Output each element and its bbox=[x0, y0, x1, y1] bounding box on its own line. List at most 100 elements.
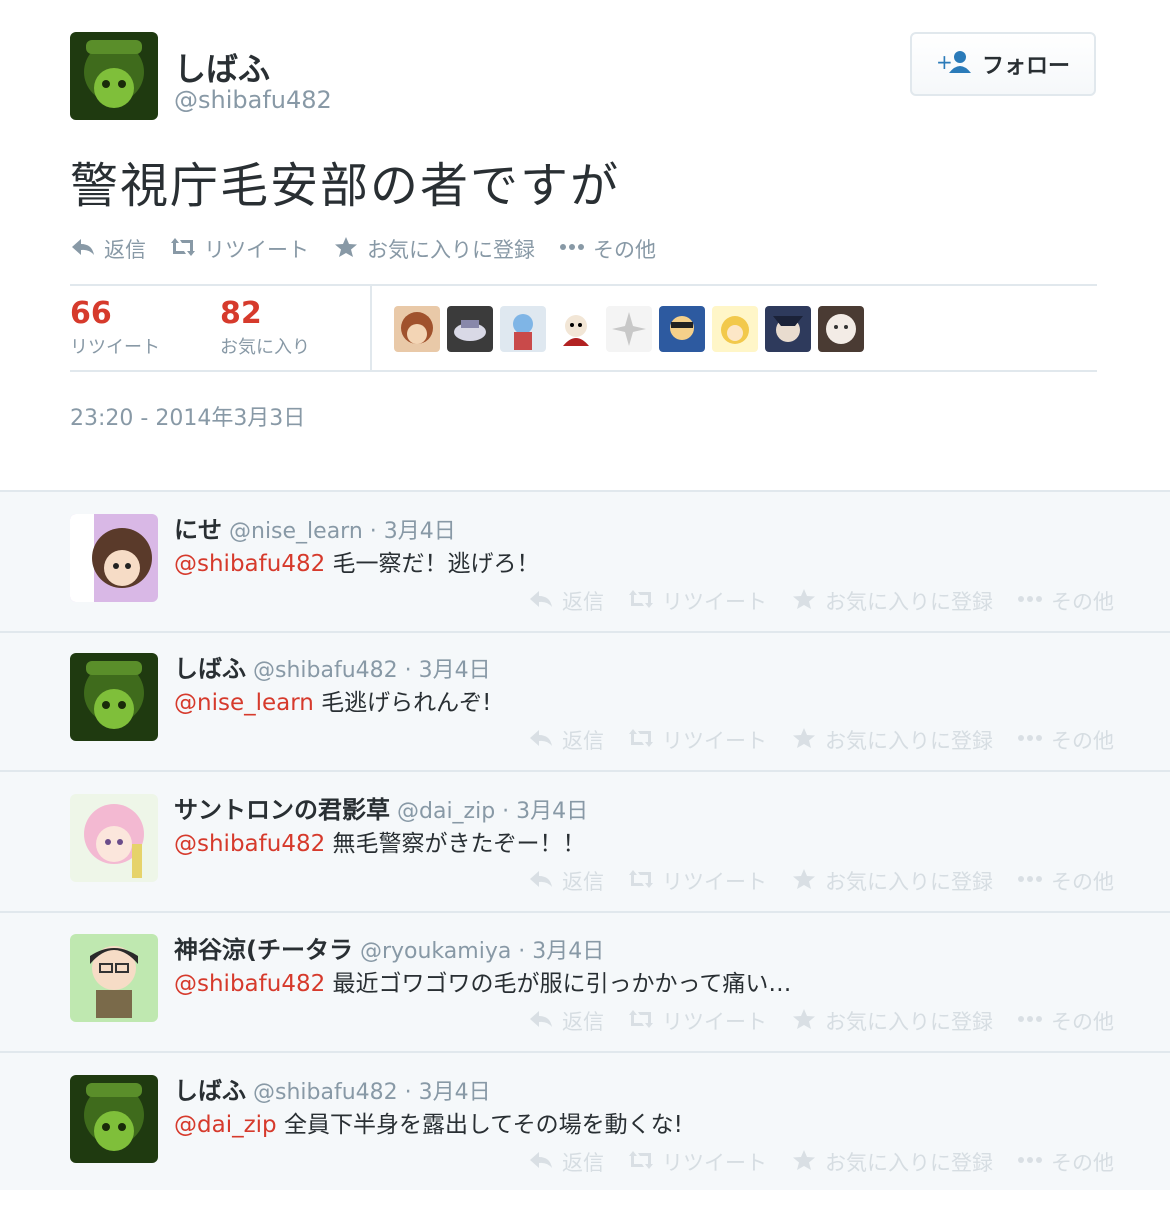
reply-tweet[interactable]: にせ @nise_learn · 3月4日 @shibafu482 毛一察だ！逃… bbox=[0, 492, 1170, 633]
svg-text:+: + bbox=[936, 50, 953, 74]
favorite-label: お気に入りに登録 bbox=[367, 238, 535, 262]
more-button[interactable]: その他 bbox=[1017, 866, 1114, 896]
retweet-button[interactable]: リツイート bbox=[628, 866, 767, 896]
reply-arrow-icon bbox=[528, 1149, 554, 1176]
reply-content: 毛逃げられんぞ! bbox=[313, 690, 492, 716]
reply-mention[interactable]: @nise_learn bbox=[174, 690, 314, 716]
reply-meta[interactable]: @shibafu482 · 3月4日 bbox=[253, 1080, 491, 1105]
more-label: その他 bbox=[1051, 870, 1114, 894]
favoriter-avatar[interactable] bbox=[765, 306, 811, 352]
reply-author-name[interactable]: しばふ bbox=[174, 655, 246, 683]
reply-mention[interactable]: @dai_zip bbox=[174, 1112, 277, 1138]
reply-button[interactable]: 返信 bbox=[528, 1147, 604, 1177]
reply-mention[interactable]: @shibafu482 bbox=[174, 551, 325, 577]
retweet-button[interactable]: リツイート bbox=[628, 1006, 767, 1036]
favoriter-avatar[interactable] bbox=[712, 306, 758, 352]
more-button[interactable]: その他 bbox=[1017, 725, 1114, 755]
retweet-icon bbox=[628, 1008, 654, 1035]
reply-button[interactable]: 返信 bbox=[528, 586, 604, 616]
reply-header: しばふ @shibafu482 · 3月4日 bbox=[174, 1071, 491, 1106]
tweet-timestamp[interactable]: 23:20 - 2014年3月3日 bbox=[70, 400, 305, 432]
reply-header: にせ @nise_learn · 3月4日 bbox=[174, 510, 456, 545]
retweet-button[interactable]: リツイート bbox=[628, 1147, 767, 1177]
favoriter-avatar[interactable] bbox=[500, 306, 546, 352]
retweet-label: リツイート bbox=[662, 729, 767, 753]
reply-button[interactable]: 返信 bbox=[70, 234, 146, 264]
favorite-button[interactable]: お気に入りに登録 bbox=[791, 725, 993, 755]
reply-actions: 返信 リツイート お気に入りに登録 その他 bbox=[528, 586, 1114, 616]
favoriter-avatar[interactable] bbox=[447, 306, 493, 352]
ellipsis-icon bbox=[1017, 588, 1043, 615]
reply-tweet[interactable]: サントロンの君影草 @dai_zip · 3月4日 @shibafu482 無毛… bbox=[0, 772, 1170, 913]
favorite-button[interactable]: お気に入りに登録 bbox=[791, 586, 993, 616]
reply-author-name[interactable]: しばふ bbox=[174, 1077, 246, 1105]
favoriter-avatar[interactable] bbox=[818, 306, 864, 352]
reply-button[interactable]: 返信 bbox=[528, 725, 604, 755]
more-button[interactable]: その他 bbox=[1017, 586, 1114, 616]
ellipsis-icon bbox=[1017, 868, 1043, 895]
more-label: その他 bbox=[593, 238, 656, 262]
reply-avatar[interactable] bbox=[70, 1075, 158, 1163]
more-button[interactable]: その他 bbox=[1017, 1006, 1114, 1036]
retweet-count-label: リツイート bbox=[70, 337, 160, 358]
retweet-button[interactable]: リツイート bbox=[170, 234, 309, 264]
favorite-button[interactable]: お気に入りに登録 bbox=[791, 1006, 993, 1036]
reply-meta[interactable]: @dai_zip · 3月4日 bbox=[397, 799, 588, 824]
reply-tweet[interactable]: しばふ @shibafu482 · 3月4日 @nise_learn 毛逃げられ… bbox=[0, 631, 1170, 772]
reply-label: 返信 bbox=[562, 590, 604, 614]
favorite-button[interactable]: お気に入りに登録 bbox=[791, 1147, 993, 1177]
retweet-stat[interactable]: 66 リツイート bbox=[70, 296, 160, 359]
reply-avatar[interactable] bbox=[70, 653, 158, 741]
follow-button[interactable]: + フォロー bbox=[910, 32, 1096, 96]
reply-tweet[interactable]: 神谷涼(チータラ @ryoukamiya · 3月4日 @shibafu482 … bbox=[0, 912, 1170, 1053]
reply-mention[interactable]: @shibafu482 bbox=[174, 831, 325, 857]
star-icon bbox=[791, 1008, 817, 1035]
favoriter-avatar[interactable] bbox=[606, 306, 652, 352]
author-handle[interactable]: @shibafu482 bbox=[174, 86, 332, 114]
more-label: その他 bbox=[1051, 1010, 1114, 1034]
retweet-count: 66 bbox=[70, 296, 112, 331]
more-button[interactable]: その他 bbox=[559, 234, 656, 264]
reply-text: @shibafu482 無毛警察がきたぞー！！ bbox=[174, 824, 586, 858]
reply-arrow-icon bbox=[528, 868, 554, 895]
author-avatar[interactable] bbox=[70, 32, 158, 120]
reply-text: @shibafu482 毛一察だ！逃げろ！ bbox=[174, 544, 540, 578]
reply-mention[interactable]: @shibafu482 bbox=[174, 971, 325, 997]
more-label: その他 bbox=[1051, 1151, 1114, 1175]
reply-button[interactable]: 返信 bbox=[528, 866, 604, 896]
author-name[interactable]: しばふ bbox=[174, 44, 270, 90]
retweet-button[interactable]: リツイート bbox=[628, 586, 767, 616]
favoriter-avatar[interactable] bbox=[659, 306, 705, 352]
favorite-button[interactable]: お気に入りに登録 bbox=[333, 234, 535, 264]
reply-label: 返信 bbox=[562, 870, 604, 894]
reply-arrow-icon bbox=[70, 236, 96, 263]
reply-meta[interactable]: @ryoukamiya · 3月4日 bbox=[360, 939, 604, 964]
more-button[interactable]: その他 bbox=[1017, 1147, 1114, 1177]
add-user-icon: + bbox=[936, 49, 972, 79]
reply-author-name[interactable]: サントロンの君影草 bbox=[174, 796, 390, 824]
reply-author-name[interactable]: 神谷涼(チータラ bbox=[174, 936, 353, 964]
reply-tweet[interactable]: しばふ @shibafu482 · 3月4日 @dai_zip 全員下半身を露出… bbox=[0, 1053, 1170, 1194]
tweet-actions: 返信 リツイート お気に入りに登録 その他 bbox=[70, 234, 656, 264]
favorite-stat[interactable]: 82 お気に入り bbox=[220, 296, 310, 359]
retweet-button[interactable]: リツイート bbox=[628, 725, 767, 755]
reply-avatar[interactable] bbox=[70, 794, 158, 882]
favoriter-avatar[interactable] bbox=[553, 306, 599, 352]
reply-content: 毛一察だ！逃げろ！ bbox=[325, 551, 540, 577]
favorite-button[interactable]: お気に入りに登録 bbox=[791, 866, 993, 896]
reply-header: サントロンの君影草 @dai_zip · 3月4日 bbox=[174, 790, 588, 825]
retweet-icon bbox=[628, 868, 654, 895]
favorite-label: お気に入りに登録 bbox=[825, 870, 993, 894]
favorite-label: お気に入りに登録 bbox=[825, 1010, 993, 1034]
reply-avatar[interactable] bbox=[70, 934, 158, 1022]
reply-button[interactable]: 返信 bbox=[528, 1006, 604, 1036]
favorite-count: 82 bbox=[220, 296, 262, 331]
reply-actions: 返信 リツイート お気に入りに登録 その他 bbox=[528, 1006, 1114, 1036]
reply-meta[interactable]: @nise_learn · 3月4日 bbox=[229, 519, 456, 544]
reply-avatar[interactable] bbox=[70, 514, 158, 602]
reply-meta[interactable]: @shibafu482 · 3月4日 bbox=[253, 658, 491, 683]
reply-author-name[interactable]: にせ bbox=[174, 516, 222, 544]
reply-label: 返信 bbox=[562, 729, 604, 753]
retweet-icon bbox=[170, 236, 196, 263]
favoriter-avatar[interactable] bbox=[394, 306, 440, 352]
